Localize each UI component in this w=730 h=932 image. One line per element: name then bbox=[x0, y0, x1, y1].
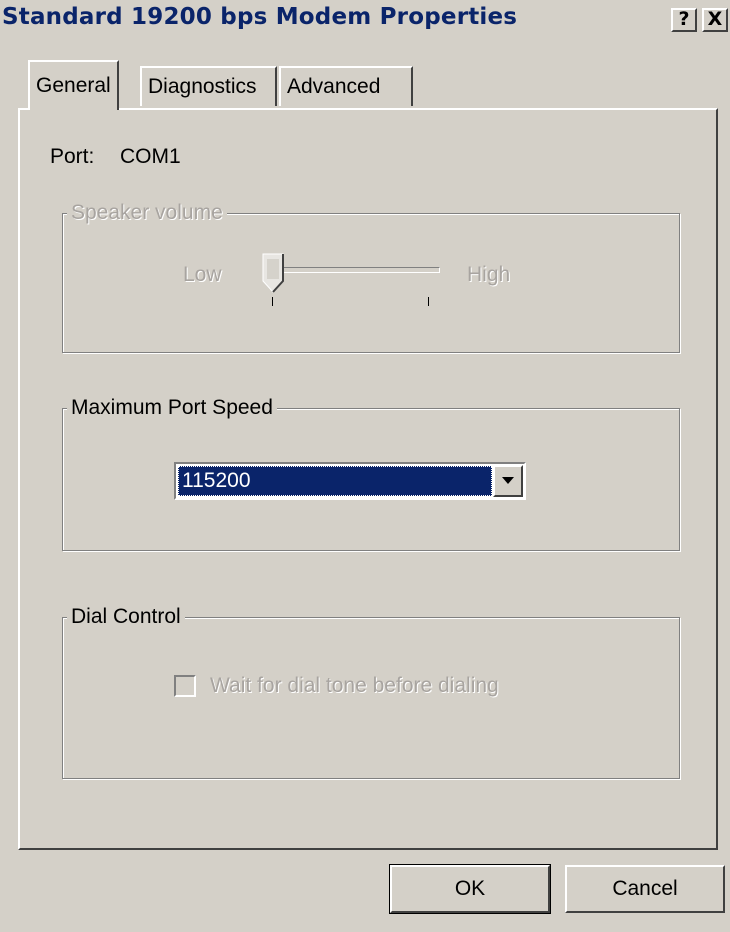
dropdown-arrow-button[interactable] bbox=[493, 465, 523, 497]
window-title: Standard 19200 bps Modem Properties bbox=[2, 4, 518, 30]
max-port-speed-label: Maximum Port Speed bbox=[67, 396, 277, 420]
dial-control-group bbox=[62, 617, 680, 779]
ok-button[interactable]: OK bbox=[390, 865, 550, 913]
wait-dial-tone-label[interactable]: Wait for dial tone before dialing bbox=[210, 674, 499, 698]
tab-diagnostics[interactable]: Diagnostics bbox=[140, 66, 277, 106]
close-button[interactable]: X bbox=[702, 8, 728, 32]
tab-general[interactable]: General bbox=[28, 60, 119, 110]
volume-slider-track[interactable] bbox=[270, 267, 440, 273]
tab-advanced[interactable]: Advanced bbox=[279, 66, 413, 106]
title-bar[interactable]: Standard 19200 bps Modem Properties ? X bbox=[0, 0, 730, 40]
help-button[interactable]: ? bbox=[671, 8, 697, 32]
chevron-down-icon bbox=[502, 477, 514, 484]
port-speed-value[interactable]: 115200 bbox=[178, 466, 492, 496]
speaker-volume-group bbox=[62, 213, 680, 353]
volume-slider-thumb[interactable] bbox=[262, 253, 284, 293]
port-speed-dropdown[interactable]: 115200 bbox=[174, 462, 526, 500]
dial-control-label: Dial Control bbox=[67, 605, 185, 629]
speaker-volume-label: Speaker volume bbox=[67, 201, 227, 225]
cancel-button[interactable]: Cancel bbox=[565, 865, 725, 913]
port-value: COM1 bbox=[120, 145, 181, 168]
slider-tick-max bbox=[428, 297, 429, 306]
wait-dial-tone-checkbox[interactable] bbox=[174, 675, 196, 697]
volume-high-label: High bbox=[467, 263, 511, 286]
slider-tick-min bbox=[272, 297, 273, 306]
port-label: Port: bbox=[50, 145, 95, 168]
volume-low-label: Low bbox=[183, 263, 222, 286]
